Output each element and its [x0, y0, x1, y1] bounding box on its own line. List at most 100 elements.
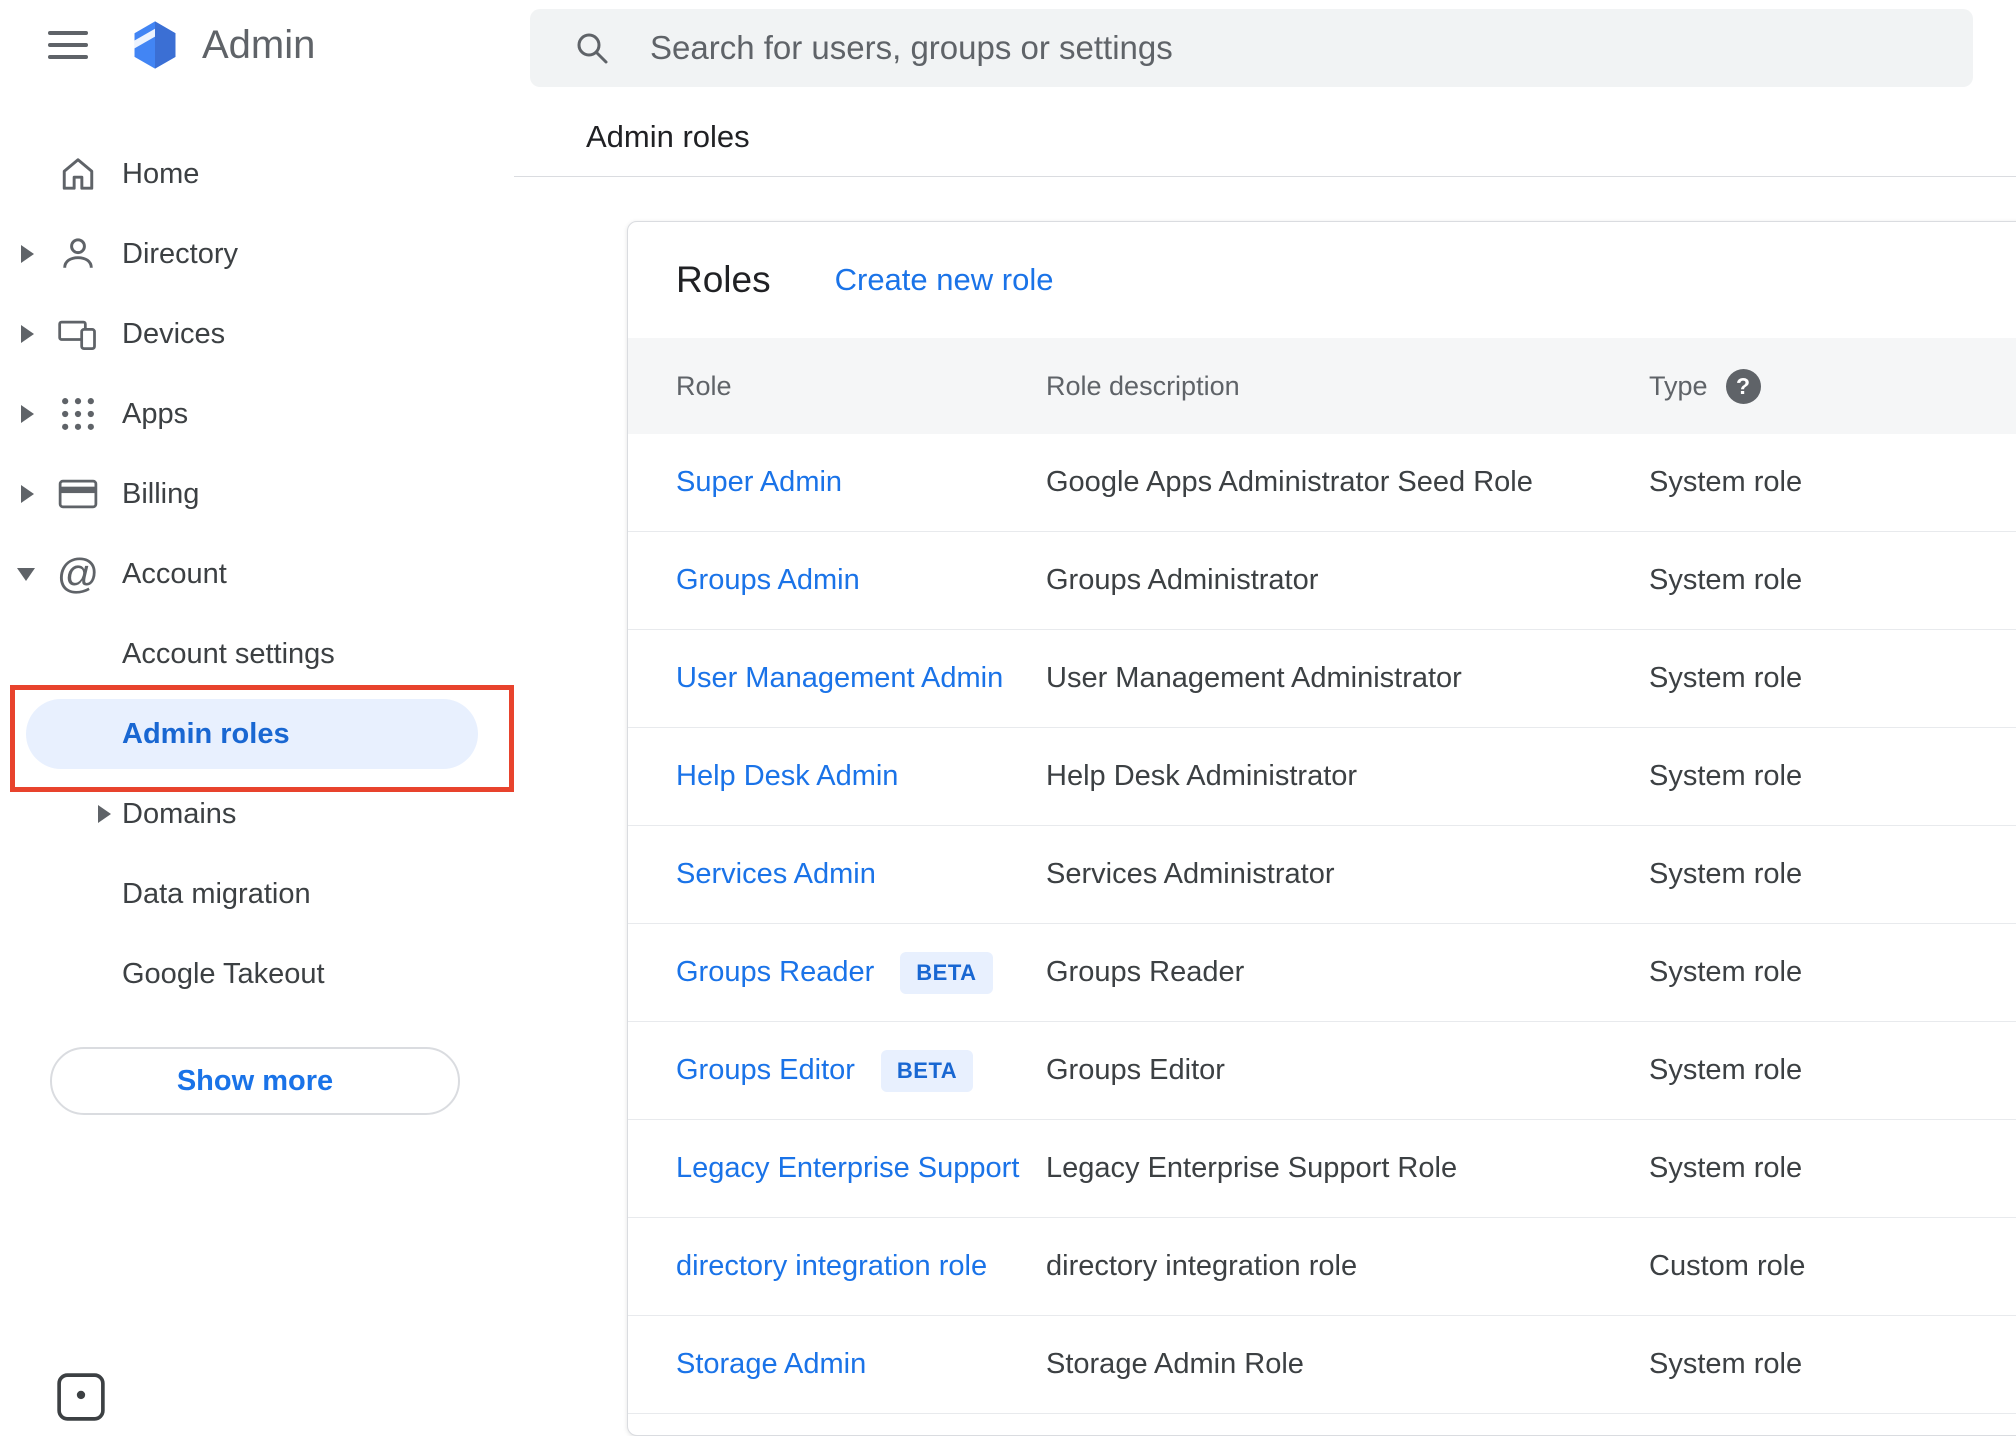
- role-description: Groups Reader: [1046, 956, 1649, 989]
- role-cell: Groups Reader BETA: [676, 952, 1046, 994]
- table-row: User Management Admin User Management Ad…: [628, 630, 2016, 728]
- role-link[interactable]: Services Admin: [676, 858, 876, 891]
- beta-badge: BETA: [900, 952, 992, 994]
- role-type: System role: [1649, 956, 2016, 989]
- role-cell: Super Admin: [676, 466, 1046, 499]
- devices-icon: [54, 310, 102, 358]
- expand-caret-icon: [21, 405, 34, 423]
- sidebar-item-domains[interactable]: Domains: [0, 774, 514, 854]
- admin-logo[interactable]: Admin: [128, 18, 315, 72]
- role-link[interactable]: Help Desk Admin: [676, 760, 898, 793]
- sidebar-nav: Home Directory Devices: [0, 134, 514, 1014]
- role-type: System role: [1649, 564, 2016, 597]
- sidebar-item-label: Home: [122, 158, 199, 191]
- role-cell: Legacy Enterprise Support: [676, 1152, 1046, 1185]
- expand-caret-icon: [21, 245, 34, 263]
- app-title: Admin: [202, 23, 315, 68]
- sidebar-item-account[interactable]: @ Account: [0, 534, 514, 614]
- table-row: Super Admin Google Apps Administrator Se…: [628, 434, 2016, 532]
- sidebar: Admin Home Directory Devices: [0, 0, 514, 1396]
- role-type: System role: [1649, 858, 2016, 891]
- billing-icon: [54, 470, 102, 518]
- column-header-type: Type ?: [1649, 369, 2016, 404]
- home-icon: [54, 150, 102, 198]
- role-link[interactable]: Storage Admin: [676, 1348, 866, 1381]
- collapse-caret-icon: [17, 568, 35, 581]
- role-link[interactable]: Groups Editor: [676, 1054, 855, 1087]
- table-row: Storage Admin Storage Admin Role System …: [628, 1316, 2016, 1414]
- role-cell: Groups Editor BETA: [676, 1050, 1046, 1092]
- menu-icon[interactable]: [48, 23, 88, 67]
- role-link[interactable]: Groups Reader: [676, 956, 874, 989]
- table-row: Groups Editor BETA Groups Editor System …: [628, 1022, 2016, 1120]
- column-header-description: Role description: [1046, 371, 1649, 402]
- sidebar-item-admin-roles[interactable]: Admin roles: [0, 694, 514, 774]
- role-type: System role: [1649, 1348, 2016, 1381]
- sidebar-item-label: Directory: [122, 238, 238, 271]
- role-type: System role: [1649, 1152, 2016, 1185]
- table-row: Groups Admin Groups Administrator System…: [628, 532, 2016, 630]
- search-input[interactable]: [650, 29, 1943, 67]
- sidebar-item-google-takeout[interactable]: Google Takeout: [0, 934, 514, 1014]
- sidebar-item-label: Admin roles: [122, 718, 290, 751]
- role-cell: Services Admin: [676, 858, 1046, 891]
- menu-bar: [48, 55, 88, 59]
- role-link[interactable]: Super Admin: [676, 466, 842, 499]
- role-description: Groups Administrator: [1046, 564, 1649, 597]
- role-cell: User Management Admin: [676, 662, 1046, 695]
- account-icon: @: [54, 550, 102, 598]
- directory-icon: [54, 230, 102, 278]
- role-cell: Groups Admin: [676, 564, 1046, 597]
- role-cell: Storage Admin: [676, 1348, 1046, 1381]
- role-description: Help Desk Administrator: [1046, 760, 1649, 793]
- sidebar-header: Admin: [0, 0, 315, 90]
- role-link[interactable]: User Management Admin: [676, 662, 1003, 695]
- role-description: directory integration role: [1046, 1250, 1649, 1283]
- search-bar[interactable]: [530, 9, 1973, 87]
- table-row: Help Desk Admin Help Desk Administrator …: [628, 728, 2016, 826]
- sidebar-item-home[interactable]: Home: [0, 134, 514, 214]
- partially-visible-bottom-icon[interactable]: [56, 1372, 106, 1422]
- sidebar-item-label: Account: [122, 558, 227, 591]
- role-type: System role: [1649, 662, 2016, 695]
- role-link[interactable]: Groups Admin: [676, 564, 860, 597]
- sidebar-item-apps[interactable]: Apps: [0, 374, 514, 454]
- table-row: Groups Reader BETA Groups Reader System …: [628, 924, 2016, 1022]
- role-type: Custom role: [1649, 1250, 2016, 1283]
- sidebar-item-label: Devices: [122, 318, 225, 351]
- show-more-button[interactable]: Show more: [50, 1047, 460, 1115]
- role-cell: Help Desk Admin: [676, 760, 1046, 793]
- expand-caret-icon: [21, 325, 34, 343]
- breadcrumb: Admin roles: [586, 119, 750, 155]
- create-new-role-link[interactable]: Create new role: [835, 262, 1054, 298]
- sidebar-item-account-settings[interactable]: Account settings: [0, 614, 514, 694]
- table-row: Legacy Enterprise Support Legacy Enterpr…: [628, 1120, 2016, 1218]
- table-header-row: Role Role description Type ?: [628, 338, 2016, 434]
- sidebar-item-label: Google Takeout: [122, 958, 325, 991]
- roles-card: Roles Create new role Role Role descript…: [627, 221, 2016, 1436]
- roles-card-header: Roles Create new role: [628, 222, 2016, 338]
- column-header-role: Role: [676, 371, 1046, 402]
- sidebar-item-directory[interactable]: Directory: [0, 214, 514, 294]
- help-icon[interactable]: ?: [1726, 369, 1761, 404]
- expand-caret-icon: [98, 805, 111, 823]
- role-cell: directory integration role: [676, 1250, 1046, 1283]
- table-row: Services Admin Services Administrator Sy…: [628, 826, 2016, 924]
- role-description: Storage Admin Role: [1046, 1348, 1649, 1381]
- search-icon: [574, 30, 610, 66]
- role-link[interactable]: directory integration role: [676, 1250, 987, 1283]
- role-type: System role: [1649, 760, 2016, 793]
- sidebar-item-label: Account settings: [122, 638, 335, 671]
- role-description: Services Administrator: [1046, 858, 1649, 891]
- beta-badge: BETA: [881, 1050, 973, 1092]
- sidebar-item-label: Apps: [122, 398, 188, 431]
- sidebar-item-data-migration[interactable]: Data migration: [0, 854, 514, 934]
- expand-caret-icon: [21, 485, 34, 503]
- sidebar-item-label: Billing: [122, 478, 199, 511]
- sidebar-item-devices[interactable]: Devices: [0, 294, 514, 374]
- sidebar-item-label: Domains: [122, 798, 236, 831]
- role-link[interactable]: Legacy Enterprise Support: [676, 1152, 1019, 1185]
- sidebar-item-billing[interactable]: Billing: [0, 454, 514, 534]
- role-description: Legacy Enterprise Support Role: [1046, 1152, 1649, 1185]
- apps-icon: [54, 390, 102, 438]
